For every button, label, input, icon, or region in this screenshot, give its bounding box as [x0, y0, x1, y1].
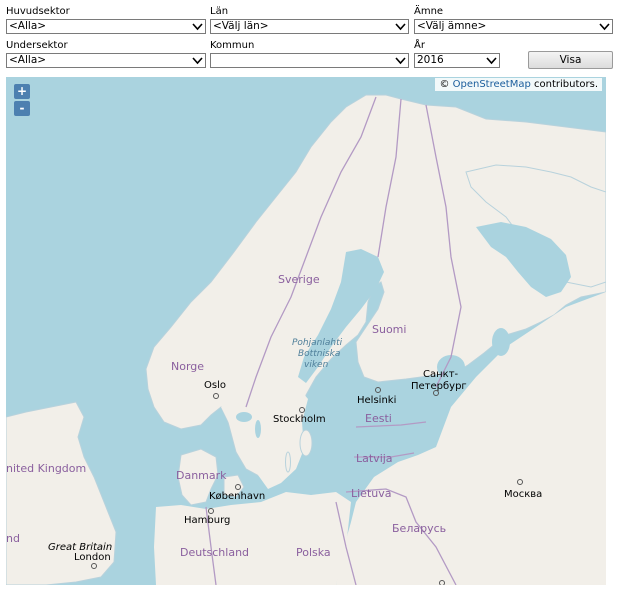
chevron-down-icon: [192, 57, 203, 65]
label-helsinki: Helsinki: [357, 395, 397, 406]
label-london: London: [74, 552, 111, 563]
label-norge: Norge: [171, 360, 205, 373]
lan-value: <Välj län>: [213, 20, 269, 32]
label-moskva: Москва: [504, 489, 543, 500]
label-edge-nd: nd: [6, 532, 20, 545]
huvudsektor-select[interactable]: <Alla>: [6, 19, 206, 34]
label-belarus: Беларусь: [392, 522, 447, 535]
label-hamburg: Hamburg: [184, 515, 231, 526]
label-deutschland: Deutschland: [180, 546, 250, 559]
lake-vanern: [236, 412, 252, 422]
show-button[interactable]: Visa: [528, 51, 613, 69]
chevron-down-icon: [395, 23, 406, 31]
chevron-down-icon: [599, 23, 610, 31]
amne-label: Ämne: [414, 6, 444, 17]
label-suomi: Suomi: [372, 323, 407, 336]
amne-select[interactable]: <Välj ämne>: [414, 19, 613, 34]
land-oland: [285, 451, 291, 473]
label-united-kingdom: nited Kingdom: [6, 462, 87, 475]
land-gotland: [299, 429, 313, 457]
label-spb-1: Санкт-: [423, 369, 459, 380]
huvudsektor-label: Huvudsektor: [6, 6, 70, 17]
attribution-suffix: contributors.: [530, 79, 598, 90]
land-central-europe: [154, 492, 351, 585]
zoom-out-button[interactable]: -: [14, 101, 30, 116]
label-kobenhavn: København: [209, 491, 266, 502]
undersektor-value: <Alla>: [9, 54, 47, 66]
map-attribution: © OpenStreetMap contributors.: [435, 78, 602, 91]
lan-label: Län: [210, 6, 229, 17]
label-danmark: Danmark: [176, 469, 227, 482]
chevron-down-icon: [395, 57, 406, 65]
amne-value: <Välj ämne>: [417, 20, 487, 32]
lan-select[interactable]: <Välj län>: [210, 19, 409, 34]
label-lietuva: Lietuva: [351, 487, 392, 500]
label-spb-2: Петербург: [411, 381, 467, 392]
chevron-down-icon: [486, 57, 497, 65]
ar-label: År: [414, 40, 425, 51]
openstreetmap-link[interactable]: OpenStreetMap: [453, 79, 531, 90]
label-polska: Polska: [296, 546, 331, 559]
map-tiles[interactable]: [6, 77, 606, 585]
lake-onega: [492, 328, 510, 356]
attribution-prefix: ©: [439, 79, 453, 90]
undersektor-label: Undersektor: [6, 40, 68, 51]
label-eesti: Eesti: [365, 412, 392, 425]
chevron-down-icon: [192, 23, 203, 31]
label-latvija: Latvija: [356, 452, 393, 465]
undersektor-select[interactable]: <Alla>: [6, 53, 206, 68]
label-sverige: Sverige: [278, 273, 320, 286]
zoom-in-button[interactable]: +: [14, 84, 30, 99]
kommun-label: Kommun: [210, 40, 255, 51]
label-oslo: Oslo: [204, 380, 226, 391]
kommun-select[interactable]: [210, 53, 409, 68]
ar-select[interactable]: 2016: [414, 53, 500, 68]
huvudsektor-value: <Alla>: [9, 20, 47, 32]
ar-value: 2016: [417, 54, 444, 66]
label-stockholm: Stockholm: [273, 414, 326, 425]
lake-vattern: [255, 420, 261, 438]
label-viken: viken: [304, 360, 329, 370]
map-view[interactable]: Sverige Norge Suomi Oslo Stockholm Helsi…: [6, 77, 606, 585]
